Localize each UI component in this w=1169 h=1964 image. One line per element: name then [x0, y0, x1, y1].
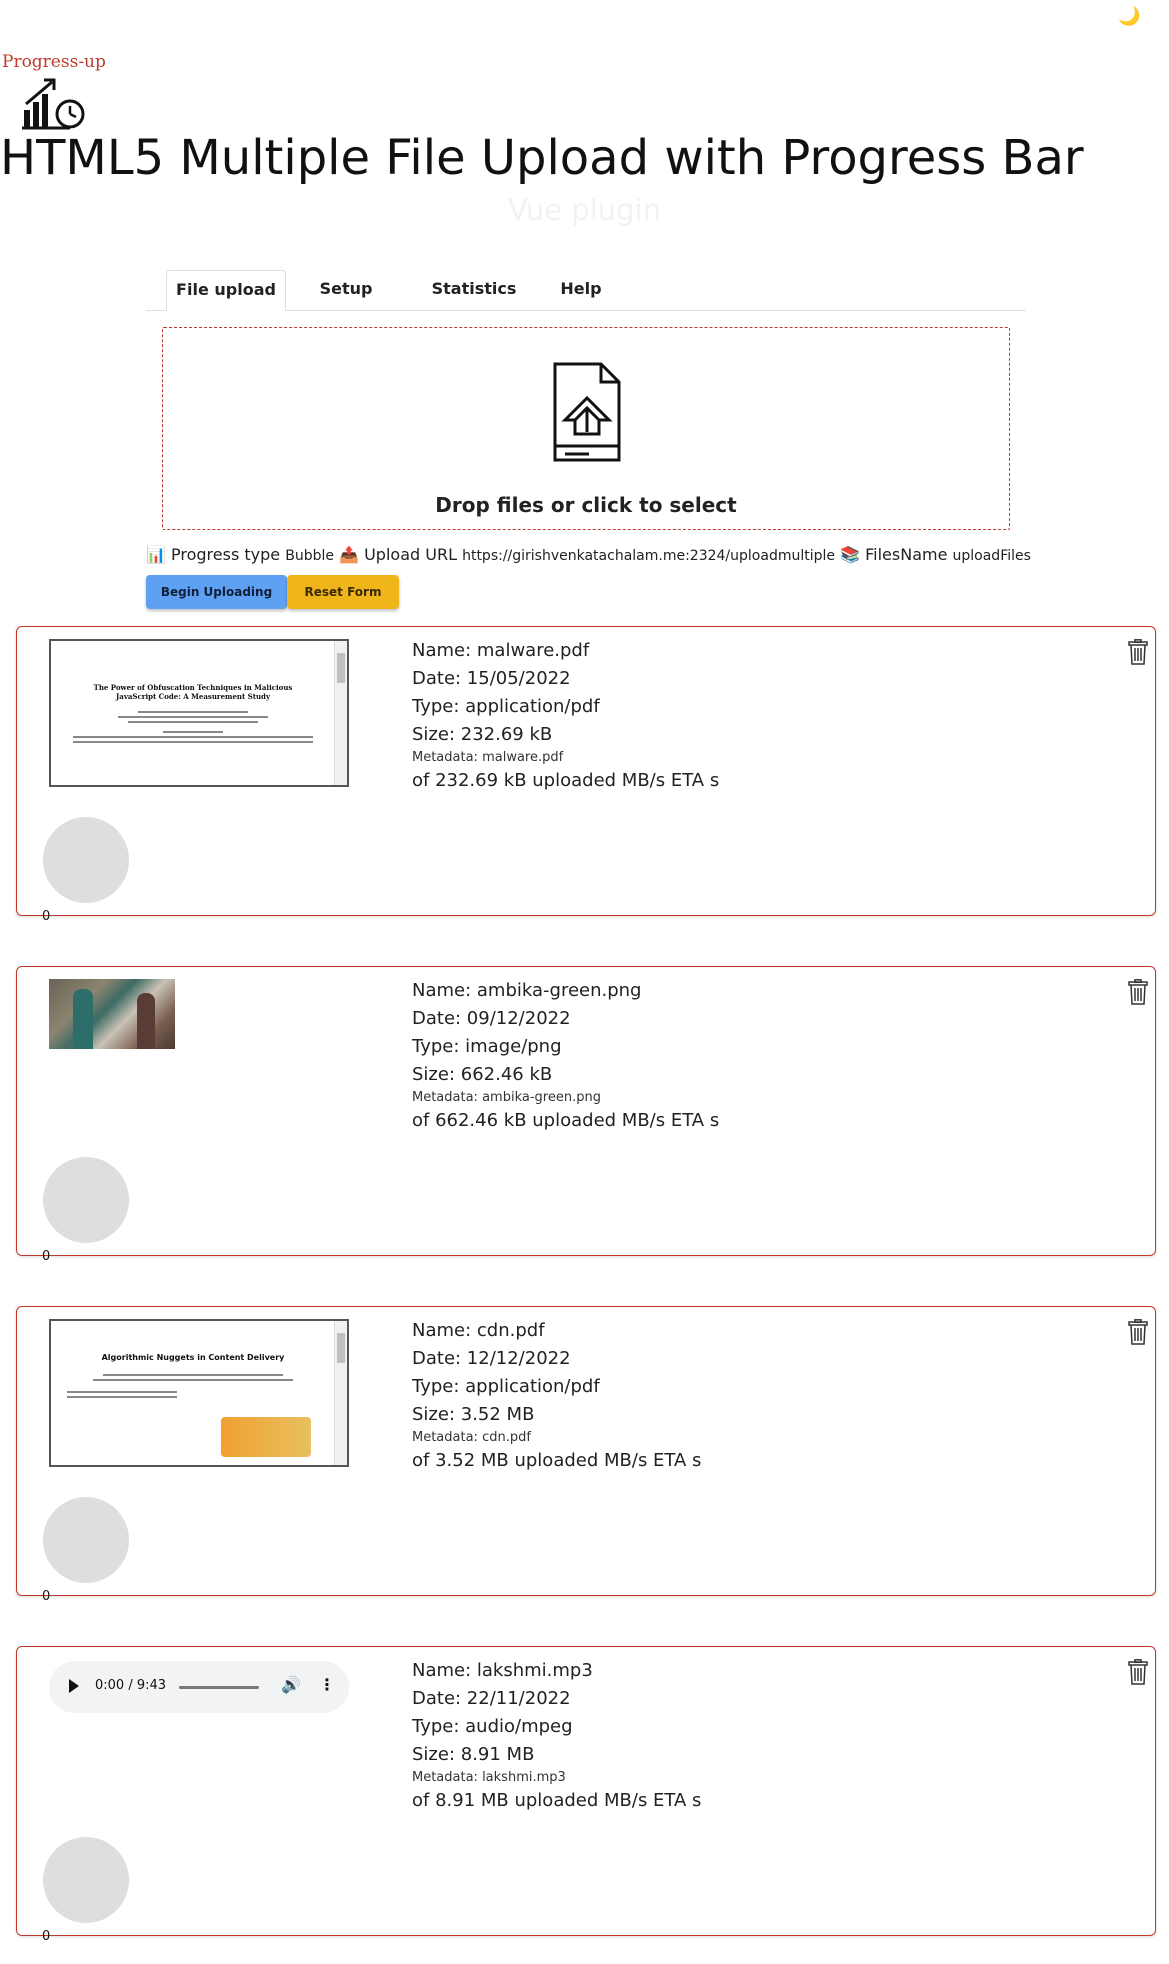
file-card: 0:00 / 9:43 🔊 ⋮ Name: lakshmi.mp3 Date: … — [16, 1646, 1156, 1944]
upload-progress-text: of 3.52 MB uploaded MB/s ETA s — [412, 1450, 702, 1471]
files-name-label: FilesName — [865, 545, 948, 564]
progress-value: 0 — [42, 909, 51, 924]
tab-setup[interactable]: Setup — [306, 270, 386, 308]
file-metadata: Metadata: lakshmi.mp3 — [412, 1770, 566, 1785]
file-date: Date: 09/12/2022 — [412, 1008, 571, 1029]
tab-bar: File upload Setup Statistics Help — [146, 270, 1026, 311]
progress-value: 0 — [42, 1589, 51, 1604]
tab-file-upload[interactable]: File upload — [166, 270, 286, 311]
file-info: Name: cdn.pdf Date: 12/12/2022 Type: app… — [412, 1317, 701, 1475]
file-type: Type: application/pdf — [412, 1376, 600, 1397]
reset-form-button[interactable]: Reset Form — [287, 575, 399, 609]
upload-progress-text: of 232.69 kB uploaded MB/s ETA s — [412, 770, 720, 791]
file-card: The Power of Obfuscation Techniques in M… — [16, 626, 1156, 924]
more-options-icon[interactable]: ⋮ — [319, 1675, 335, 1694]
file-name: Name: ambika-green.png — [412, 980, 642, 1001]
file-date: Date: 12/12/2022 — [412, 1348, 571, 1369]
upload-options: 📊 Progress type Bubble 📤 Upload URL http… — [146, 545, 1031, 564]
file-date: Date: 15/05/2022 — [412, 668, 571, 689]
progress-bubble — [43, 1837, 129, 1923]
file-type: Type: image/png — [412, 1036, 562, 1057]
volume-icon[interactable]: 🔊 — [281, 1675, 301, 1694]
pdf-preview[interactable]: Algorithmic Nuggets in Content Delivery — [49, 1319, 349, 1467]
file-card: Algorithmic Nuggets in Content Delivery … — [16, 1306, 1156, 1604]
upload-url-label: Upload URL — [364, 545, 457, 564]
trash-icon[interactable] — [1127, 979, 1149, 1009]
file-date: Date: 22/11/2022 — [412, 1688, 571, 1709]
file-info: Name: lakshmi.mp3 Date: 22/11/2022 Type:… — [412, 1657, 701, 1815]
page-title: HTML5 Multiple File Upload with Progress… — [0, 130, 1084, 186]
pdf-title: The Power of Obfuscation Techniques in M… — [93, 683, 293, 701]
file-metadata: Metadata: ambika-green.png — [412, 1090, 601, 1105]
progress-type-value: Bubble — [285, 548, 334, 564]
pdf-title: Algorithmic Nuggets in Content Delivery — [101, 1353, 285, 1362]
file-card: Name: ambika-green.png Date: 09/12/2022 … — [16, 966, 1156, 1264]
progress-bubble — [43, 1497, 129, 1583]
file-size: Size: 8.91 MB — [412, 1744, 535, 1765]
image-preview[interactable] — [49, 979, 175, 1049]
file-size: Size: 232.69 kB — [412, 724, 553, 745]
file-metadata: Metadata: cdn.pdf — [412, 1430, 531, 1445]
files-name-value: uploadFiles — [952, 548, 1031, 564]
file-metadata: Metadata: malware.pdf — [412, 750, 564, 765]
outbox-tray-icon: 📤 — [339, 545, 359, 564]
file-type: Type: application/pdf — [412, 696, 600, 717]
upload-progress-text: of 8.91 MB uploaded MB/s ETA s — [412, 1790, 702, 1811]
file-type: Type: audio/mpeg — [412, 1716, 573, 1737]
audio-seek-bar[interactable] — [179, 1686, 259, 1689]
trash-icon[interactable] — [1127, 1659, 1149, 1689]
audio-time: 0:00 / 9:43 — [95, 1678, 167, 1693]
file-info: Name: malware.pdf Date: 15/05/2022 Type:… — [412, 637, 719, 795]
tab-statistics[interactable]: Statistics — [426, 270, 522, 308]
progress-value: 0 — [42, 1929, 51, 1944]
play-icon[interactable] — [69, 1679, 79, 1693]
file-info: Name: ambika-green.png Date: 09/12/2022 … — [412, 977, 719, 1135]
file-name: Name: cdn.pdf — [412, 1320, 545, 1341]
file-name: Name: malware.pdf — [412, 640, 590, 661]
preview-scrollbar[interactable] — [334, 641, 347, 785]
upload-url-value: https://girishvenkatachalam.me:2324/uplo… — [462, 548, 835, 564]
pdf-preview[interactable]: The Power of Obfuscation Techniques in M… — [49, 639, 349, 787]
preview-scrollbar[interactable] — [334, 1321, 347, 1465]
trash-icon[interactable] — [1127, 639, 1149, 669]
file-name: Name: lakshmi.mp3 — [412, 1660, 593, 1681]
file-size: Size: 3.52 MB — [412, 1404, 535, 1425]
progress-value: 0 — [42, 1249, 51, 1264]
begin-uploading-button[interactable]: Begin Uploading — [146, 575, 287, 609]
trash-icon[interactable] — [1127, 1319, 1149, 1349]
progress-bubble — [43, 1157, 129, 1243]
file-size: Size: 662.46 kB — [412, 1064, 553, 1085]
file-dropzone[interactable]: Drop files or click to select — [162, 327, 1010, 530]
dropzone-label: Drop files or click to select — [435, 493, 737, 517]
progress-type-label: Progress type — [171, 545, 281, 564]
upload-progress-text: of 662.46 kB uploaded MB/s ETA s — [412, 1110, 720, 1131]
file-upload-icon — [551, 360, 623, 468]
growth-chart-clock-icon — [22, 74, 92, 134]
audio-player: 0:00 / 9:43 🔊 ⋮ — [49, 1661, 349, 1713]
brand-name: Progress-up — [2, 52, 106, 72]
tab-help[interactable]: Help — [546, 270, 616, 308]
books-icon: 📚 — [840, 545, 861, 564]
moon-icon[interactable]: 🌙 — [1118, 6, 1140, 27]
page-subtitle: Vue plugin — [507, 193, 661, 227]
bar-chart-icon: 📊 — [146, 545, 166, 564]
progress-bubble — [43, 817, 129, 903]
